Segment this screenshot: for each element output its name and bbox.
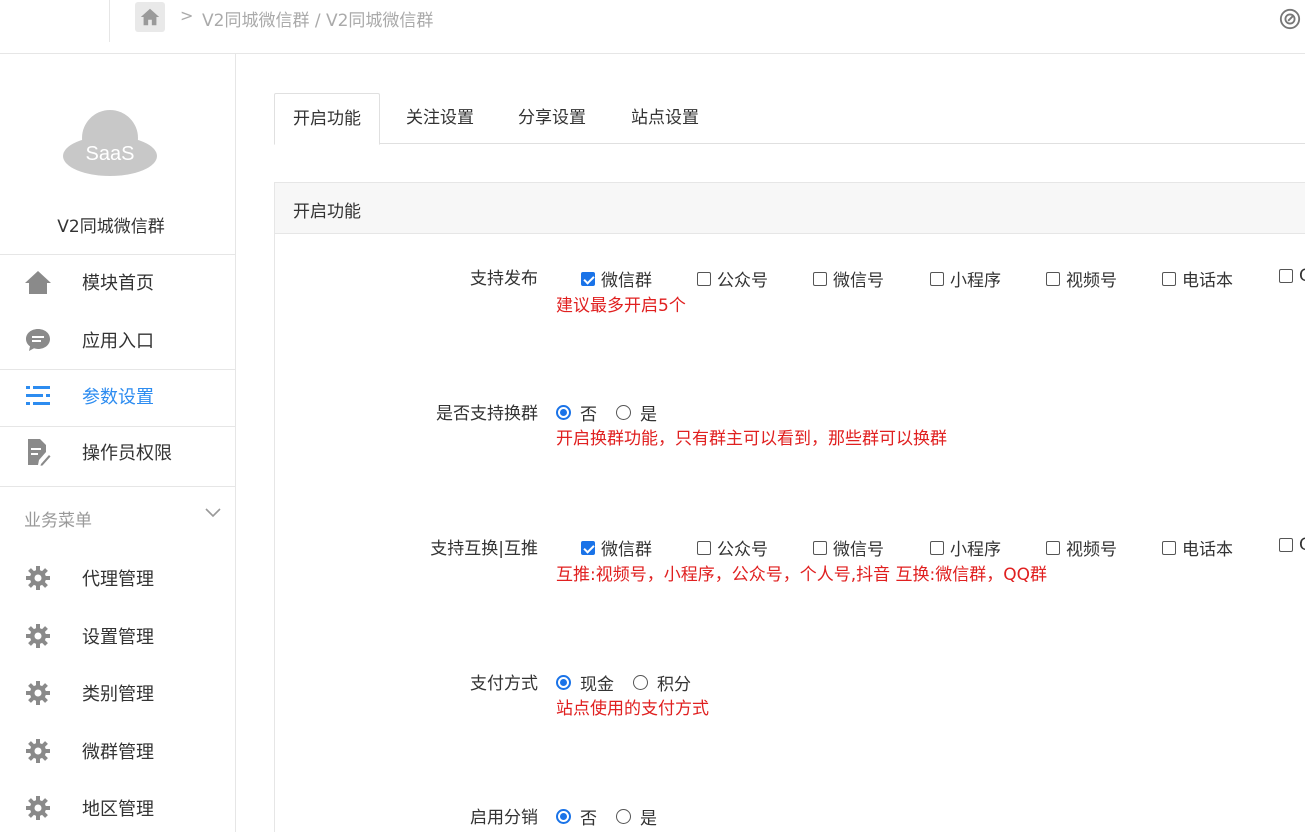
radio-distribution-no[interactable]: 否 [556, 804, 597, 829]
panel-header: 开启功能 [275, 183, 1305, 234]
checkbox-box[interactable] [1046, 271, 1060, 286]
gear-icon [24, 794, 52, 822]
sidebar-item-category-management[interactable]: 类别管理 [0, 665, 236, 721]
list-settings-icon [24, 382, 52, 410]
sidebar: SaaS V2同城微信群 模块首页 应用入口 参数设置 操作员权限 业务菜单 代… [0, 54, 236, 832]
tab-follow-settings[interactable]: 关注设置 [388, 93, 492, 144]
checkbox-box[interactable] [813, 540, 827, 555]
gear-icon [24, 622, 52, 650]
checkbox-box[interactable] [697, 271, 711, 286]
checkbox-publish-wechat-group[interactable]: 微信群 [581, 266, 652, 291]
chevron-down-icon[interactable] [204, 506, 222, 520]
settings-panel: 开启功能 支持发布 微信群 公众号 微信号 小程序 视频号 电话本 Q 建议最多… [274, 182, 1305, 832]
field-label-payment-method: 支付方式 [470, 674, 538, 694]
saas-cloud-logo: SaaS [63, 110, 157, 176]
sidebar-item-label: 微群管理 [82, 742, 154, 763]
radio-dot[interactable] [556, 675, 571, 690]
checkbox-box[interactable] [1162, 271, 1176, 286]
checkbox-box[interactable] [813, 271, 827, 286]
tab-share-settings[interactable]: 分享设置 [500, 93, 604, 144]
hint-payment-method: 站点使用的支付方式 [556, 699, 709, 719]
sidebar-item-params[interactable]: 参数设置 [0, 368, 236, 424]
hint-publish: 建议最多开启5个 [556, 296, 686, 316]
sidebar-item-region-management[interactable]: 地区管理 [0, 780, 236, 832]
radio-dot[interactable] [556, 809, 571, 824]
radio-distribution-yes[interactable]: 是 [616, 804, 657, 829]
home-icon [140, 8, 160, 26]
checkbox-publish-official-account[interactable]: 公众号 [697, 266, 768, 291]
sidebar-item-app-entry[interactable]: 应用入口 [0, 312, 236, 368]
panel-title: 开启功能 [293, 202, 361, 222]
radio-payment-cash[interactable]: 现金 [556, 670, 614, 695]
checkbox-box[interactable] [1279, 538, 1293, 552]
checkbox-box[interactable] [697, 540, 711, 555]
checkbox-box[interactable] [1162, 540, 1176, 555]
tab-bar: 开启功能 关注设置 分享设置 站点设置 [274, 93, 1305, 145]
checkbox-publish-video-account[interactable]: 视频号 [1046, 266, 1117, 291]
sidebar-item-label: 地区管理 [82, 799, 154, 820]
home-icon [24, 268, 52, 296]
checkbox-box[interactable] [1046, 540, 1060, 555]
sidebar-item-group-management[interactable]: 微群管理 [0, 723, 236, 779]
home-button[interactable] [135, 2, 165, 32]
radio-dot[interactable] [633, 675, 648, 690]
radio-payment-points[interactable]: 积分 [633, 670, 691, 695]
gear-icon [24, 737, 52, 765]
checkbox-exchange-qq[interactable]: Q [1279, 535, 1305, 555]
radio-dot[interactable] [556, 405, 571, 420]
field-label-distribution: 启用分销 [470, 808, 538, 828]
radio-dot[interactable] [616, 809, 631, 824]
radio-dot[interactable] [616, 405, 631, 420]
checkbox-box[interactable] [930, 540, 944, 555]
compass-icon[interactable] [1279, 8, 1301, 30]
gear-icon [24, 564, 52, 592]
checkbox-box[interactable] [581, 271, 595, 286]
tab-enable-features[interactable]: 开启功能 [274, 93, 380, 145]
checkbox-exchange-official-account[interactable]: 公众号 [697, 535, 768, 560]
top-bar: > V2同城微信群 / V2同城微信群 [0, 0, 1305, 54]
sidebar-item-label: 代理管理 [82, 569, 154, 590]
sidebar-item-label: 参数设置 [82, 387, 154, 408]
radio-swap-yes[interactable]: 是 [616, 400, 657, 425]
hint-swap-group: 开启换群功能，只有群主可以看到，那些群可以换群 [556, 429, 947, 449]
divider [109, 0, 110, 42]
checkbox-box[interactable] [930, 271, 944, 286]
sidebar-item-operator-permissions[interactable]: 操作员权限 [0, 424, 236, 480]
logo-text: SaaS [86, 143, 135, 165]
breadcrumb[interactable]: V2同城微信群 / V2同城微信群 [202, 6, 433, 31]
group-title[interactable]: 业务菜单 [24, 506, 92, 531]
divider [0, 486, 236, 487]
chat-icon [24, 326, 52, 354]
sidebar-item-label: 类别管理 [82, 684, 154, 705]
field-label-swap-group: 是否支持换群 [436, 404, 538, 424]
checkbox-publish-qq[interactable]: Q [1279, 266, 1305, 286]
radio-swap-no[interactable]: 否 [556, 400, 597, 425]
sidebar-item-label: 模块首页 [82, 273, 154, 294]
sidebar-item-agent-management[interactable]: 代理管理 [0, 550, 236, 606]
app-name: V2同城微信群 [57, 217, 165, 237]
field-label-publish: 支持发布 [470, 269, 538, 289]
checkbox-exchange-phonebook[interactable]: 电话本 [1162, 535, 1233, 560]
sidebar-item-settings-management[interactable]: 设置管理 [0, 608, 236, 664]
field-label-exchange-promote: 支持互换|互推 [430, 539, 538, 559]
checkbox-box[interactable] [581, 540, 595, 555]
document-edit-icon [24, 438, 52, 466]
checkbox-exchange-mini-program[interactable]: 小程序 [930, 535, 1001, 560]
gear-icon [24, 679, 52, 707]
breadcrumb-separator: > [180, 6, 194, 25]
checkbox-publish-phonebook[interactable]: 电话本 [1162, 266, 1233, 291]
sidebar-item-home[interactable]: 模块首页 [0, 254, 236, 310]
checkbox-publish-mini-program[interactable]: 小程序 [930, 266, 1001, 291]
tab-site-settings[interactable]: 站点设置 [613, 93, 717, 144]
checkbox-exchange-wechat-group[interactable]: 微信群 [581, 535, 652, 560]
checkbox-exchange-wechat-id[interactable]: 微信号 [813, 535, 884, 560]
checkbox-exchange-video-account[interactable]: 视频号 [1046, 535, 1117, 560]
checkbox-box[interactable] [1279, 269, 1293, 283]
checkbox-publish-wechat-id[interactable]: 微信号 [813, 266, 884, 291]
hint-exchange-promote: 互推:视频号，小程序，公众号，个人号,抖音 互换:微信群，QQ群 [556, 565, 1048, 585]
sidebar-item-label: 设置管理 [82, 627, 154, 648]
sidebar-item-label: 应用入口 [82, 331, 154, 352]
sidebar-item-label: 操作员权限 [82, 443, 172, 464]
